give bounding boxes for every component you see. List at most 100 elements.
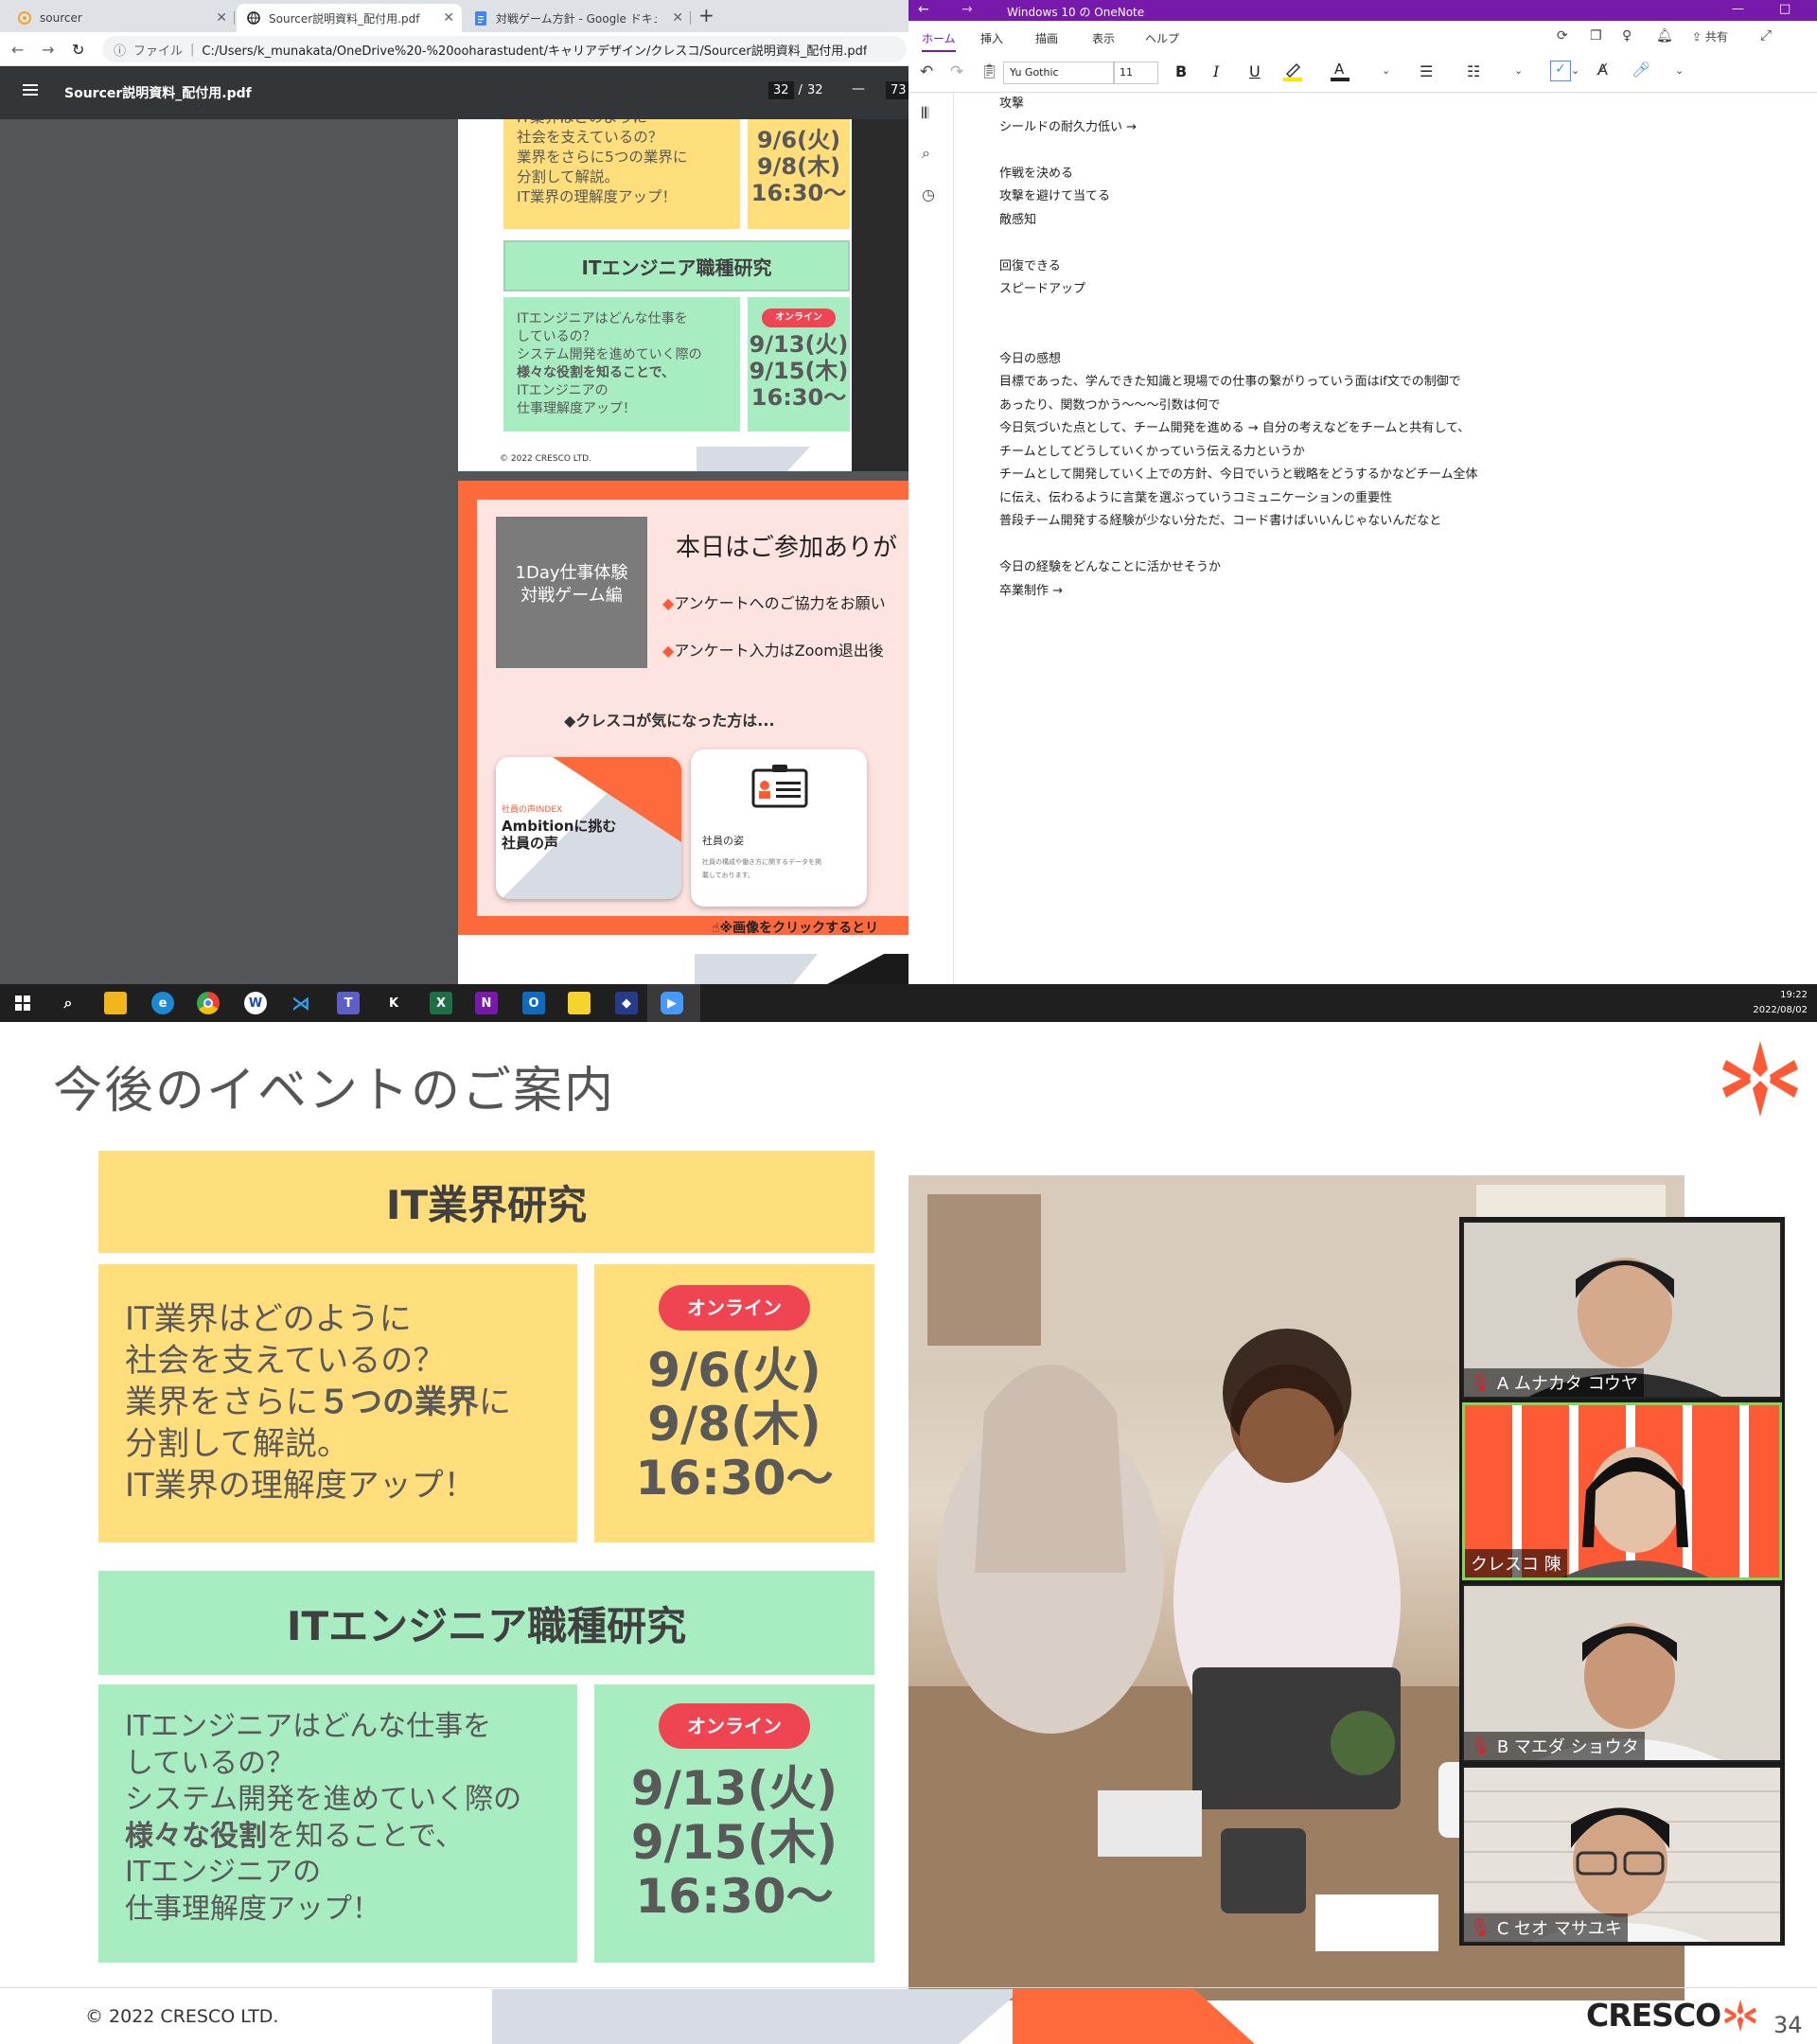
tab-help[interactable]: ヘルプ [1145,30,1179,46]
clipboard-icon[interactable]: 📋︎ [980,62,998,79]
onenote-nav: 𝄃𝄃 ⌕ ◷ [908,93,954,984]
excel-icon[interactable]: X [430,992,452,1014]
note-line[interactable]: 攻撃を避けて当てる [999,185,1813,209]
search-icon[interactable]: ⌕ [922,144,930,163]
address-bar[interactable]: ⓘ ファイル | C:/Users/k_munakata/OneDrive%20… [102,36,907,62]
share-button[interactable]: ⇪ 共有 [1692,28,1728,44]
note-line[interactable] [999,232,1813,256]
tab-pdf[interactable]: Sourcer説明資料_配付用.pdf ✕ [237,4,462,32]
note-line[interactable] [999,534,1813,557]
chevron-down-icon[interactable]: ⌄ [1514,64,1523,77]
font-select[interactable]: Yu Gothic [1003,62,1115,84]
note-line[interactable]: 作戦を決める [999,163,1813,186]
date-line: 9/15(木) [749,358,849,384]
tab-view[interactable]: 表示 [1092,30,1115,46]
minimize-icon[interactable]: — [1732,2,1744,16]
tab-insert[interactable]: 挿入 [980,30,1003,46]
bell-icon[interactable]: 🔔︎ [1656,28,1673,44]
participant-tile[interactable]: 🎙︎ C セオ マサユキ [1462,1766,1782,1944]
search-icon[interactable]: ⌕ [57,992,79,1014]
teams-icon[interactable]: T [337,992,360,1014]
tab-draw[interactable]: 描画 [1035,30,1058,46]
forward-icon[interactable]: → [961,2,973,17]
note-line[interactable]: に伝え、伝わるように言葉を選ぶっていうコミュニケーションの重要性 [999,487,1813,511]
close-icon[interactable]: ✕ [216,10,227,26]
italic-icon[interactable]: I [1213,62,1219,80]
highlighter-icon[interactable] [1283,61,1302,81]
zoom-level[interactable]: 73 [886,81,908,99]
word-icon[interactable]: W [244,992,267,1014]
chrome-icon[interactable] [197,992,220,1014]
tab-home[interactable]: ホーム [922,30,956,52]
edge-icon[interactable]: e [151,992,174,1014]
note-line[interactable]: チームとして開発していく上での方針、今日でいうと戦略をどうするかなどチーム全体 [999,464,1813,487]
pages-icon[interactable]: ❐ [1590,28,1602,44]
tab-sourcer[interactable]: sourcer ✕ [8,4,235,32]
zoom-out-button[interactable]: — [852,81,865,97]
note-line[interactable]: 普段チーム開発する経験が少ない分ただ、コード書けばいいんじゃないんだなと [999,510,1813,534]
note-line[interactable]: 敵感知 [999,209,1813,233]
maximize-icon[interactable]: □ [1779,2,1791,16]
note-line[interactable]: あったり、関数つかう〜〜〜引数は何で [999,395,1813,418]
kindle-icon[interactable]: K [382,992,405,1014]
chevron-down-icon[interactable]: ⌄ [1675,64,1684,77]
note-line[interactable]: 攻撃 [999,93,1813,116]
menu-icon[interactable] [23,83,38,97]
sync-icon[interactable]: ⟳ [1557,28,1568,44]
back-icon[interactable]: ← [918,2,929,17]
redo-icon[interactable]: ↷ [950,62,963,81]
note-line[interactable]: 回復できる [999,256,1813,279]
start-icon[interactable] [11,992,34,1014]
note-line[interactable]: スピードアップ [999,278,1813,302]
note-line[interactable]: 今日の感想 [999,348,1813,372]
bold-icon[interactable]: B [1175,62,1187,80]
bullet-list-icon[interactable]: ☰ [1420,62,1433,80]
outlook-icon[interactable]: O [522,992,545,1014]
styles-icon[interactable]: A̸ [1597,61,1608,79]
note-line[interactable]: 今日の経験をどんなことに活かせそうか [999,556,1813,580]
note-line[interactable]: 今日気づいた点として、チーム開発を進める → 自分の考えなどをチームと共有して、 [999,417,1813,441]
reload-icon[interactable]: ↻ [72,41,84,59]
onenote-icon[interactable]: N [475,992,498,1014]
lightbulb-icon[interactable]: ♀ [1622,28,1632,44]
note-line[interactable]: チームとしてどうしていくかっていう伝える力というか [999,441,1813,465]
note-line[interactable] [999,325,1813,348]
clock[interactable]: 19:22 2022/08/02 [1741,988,1808,1018]
history-icon[interactable]: ◷ [922,185,935,203]
dictate-icon[interactable]: 🎤︎ [1632,61,1650,79]
expand-icon[interactable]: ⤢ [1760,26,1772,44]
desc-text: ITエンジニアはどんな仕事を [125,1710,492,1743]
forward-icon[interactable]: → [42,41,54,59]
tab-google-doc[interactable]: 対戦ゲーム方針 - Google ドキュメン ✕ [464,4,691,32]
participant-tile-active[interactable]: クレスコ 陳 [1462,1402,1782,1580]
participant-tile[interactable]: 🎙︎ A ムナカタ コウヤ [1462,1221,1782,1399]
underline-icon[interactable]: U [1249,62,1261,80]
note-line[interactable] [999,302,1813,326]
participant-tile[interactable]: 🎙︎ B マエダ ショウタ [1462,1584,1782,1762]
chevron-down-icon[interactable]: ⌄ [1571,64,1579,77]
back-icon[interactable]: ← [11,41,24,59]
undo-icon[interactable]: ↶ [920,62,933,81]
file-explorer-icon[interactable] [104,992,127,1014]
notebooks-icon[interactable]: 𝄃𝄃 [922,104,928,123]
note-line[interactable] [999,139,1813,163]
chevron-down-icon[interactable]: ⌄ [1382,64,1390,77]
font-size-select[interactable]: 11 [1113,62,1158,84]
sticky-notes-icon[interactable] [568,992,591,1014]
close-icon[interactable]: ✕ [443,10,454,26]
page-current-input[interactable]: 32 [768,81,794,99]
numbered-list-icon[interactable]: ☷ [1467,62,1480,80]
voices-card[interactable]: 社員の声INDEX Ambitionに挑む 社員の声 [496,757,681,899]
note-content[interactable]: 攻撃 シールドの耐久力低い → 作戦を決める 攻撃を避けて当てる 敵感知 回復で… [999,93,1813,603]
close-icon[interactable]: ✕ [672,10,683,26]
staff-card[interactable]: 社員の姿 社員の構成や働き方に関するデータを掲 載しております。 [691,749,867,907]
note-line[interactable]: シールドの耐久力低い → [999,116,1813,140]
new-tab-button[interactable]: + [698,4,714,26]
onenote-titlebar: ← → Windows 10 の OneNote — □ [908,0,1817,21]
note-line[interactable]: 卒業制作 → [999,580,1813,604]
todo-checkbox-icon[interactable]: ✓ [1550,61,1571,81]
vscode-icon[interactable]: ⋊ [290,992,312,1014]
font-color-icon[interactable]: A [1331,61,1350,81]
app-icon[interactable]: ◆ [615,992,638,1014]
note-line[interactable]: 目標であった、学んできた知識と現場での仕事の繋がりっていう面はif文での制御で [999,371,1813,395]
